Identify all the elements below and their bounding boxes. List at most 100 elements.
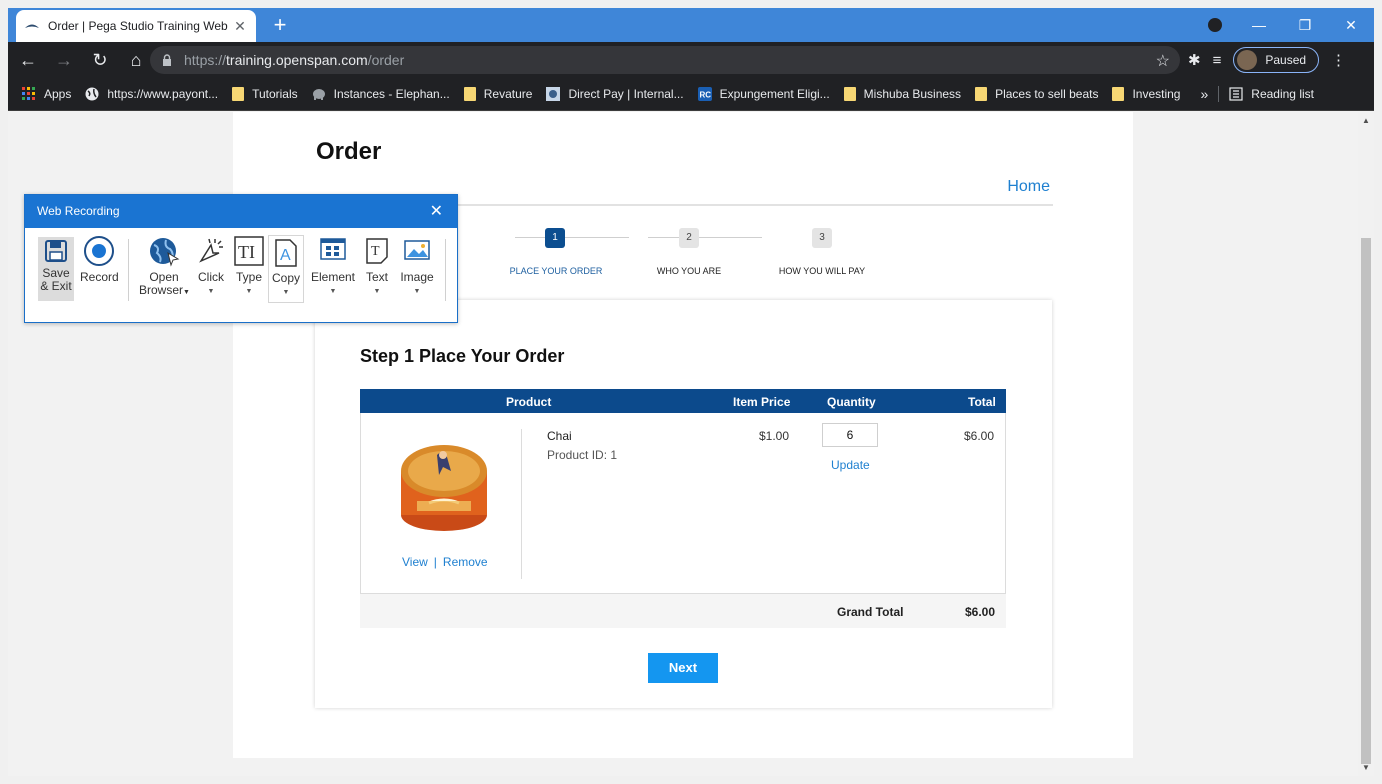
bookmark-apps[interactable]: Apps <box>22 87 71 101</box>
reading-list-icon <box>1229 87 1243 101</box>
bookmark-divider <box>1218 86 1220 102</box>
bookmark-direct-pay[interactable]: Direct Pay | Internal... <box>546 87 684 101</box>
grand-total-label: Grand Total <box>837 605 904 619</box>
bookmark-star-icon[interactable]: ☆ <box>1156 51 1170 71</box>
bookmark-places[interactable]: Places to sell beats <box>975 87 1098 101</box>
close-window-icon[interactable]: ✕ <box>1328 17 1374 34</box>
element-label: Element <box>310 270 356 284</box>
element-window-icon <box>320 238 346 260</box>
view-link[interactable]: View <box>402 555 428 569</box>
pointer-click-icon <box>199 238 223 263</box>
record-icon <box>84 236 114 266</box>
irs-icon <box>546 87 561 101</box>
copy-label: Copy <box>271 271 300 285</box>
bookmark-expungement[interactable]: RC Expungement Eligi... <box>697 87 830 101</box>
globe-icon <box>85 87 99 101</box>
reload-icon[interactable]: ↻ <box>84 44 116 76</box>
record-label: Record <box>80 270 119 284</box>
bookmark-label: Direct Pay | Internal... <box>568 87 684 101</box>
image-button[interactable]: Image ▼ <box>397 235 437 298</box>
media-control-icon[interactable]: ≡ <box>1213 52 1222 69</box>
home-link[interactable]: Home <box>1007 178 1050 196</box>
tab-close-icon[interactable]: ✕ <box>232 18 248 35</box>
bookmark-instances[interactable]: Instances - Elephan... <box>312 87 450 101</box>
scroll-up-icon[interactable]: ▲ <box>1362 116 1370 125</box>
svg-text:TI: TI <box>238 242 255 262</box>
quantity-input[interactable]: 6 <box>822 423 878 447</box>
step-connector <box>648 237 762 238</box>
chevron-down-icon: ▼ <box>245 288 253 295</box>
browser-tab[interactable]: Order | Pega Studio Training Web ✕ <box>16 10 256 42</box>
header-product: Product <box>506 395 552 409</box>
product-name: Chai <box>547 429 572 443</box>
reading-list-button[interactable]: Reading list <box>1229 87 1314 101</box>
bookmark-label: Instances - Elephan... <box>333 87 450 101</box>
record-button[interactable]: Record <box>80 235 119 284</box>
chevron-down-icon: ▼ <box>329 288 337 295</box>
tab-bar: Order | Pega Studio Training Web ✕ + — ❐… <box>8 8 1374 42</box>
profile-button[interactable]: Paused <box>1233 47 1320 73</box>
type-button[interactable]: TI Type ▼ <box>233 235 265 298</box>
elephant-icon <box>312 89 325 100</box>
click-button[interactable]: Click ▼ <box>195 235 227 298</box>
bookmark-payont[interactable]: https://www.payont... <box>85 87 218 101</box>
progress-steps: 1 2 3 PLACE YOUR ORDER WHO YOU ARE HOW Y… <box>495 224 895 284</box>
open-browser-button[interactable]: Open Browser▼ <box>139 235 190 299</box>
screen: Order | Pega Studio Training Web ✕ + — ❐… <box>8 8 1374 776</box>
column-divider <box>521 429 522 579</box>
lock-icon <box>163 54 171 66</box>
bookmark-mishuba[interactable]: Mishuba Business <box>843 87 961 101</box>
new-tab-icon[interactable]: + <box>266 12 294 40</box>
bookmark-tutorials[interactable]: Tutorials <box>232 87 298 101</box>
address-bar[interactable]: https://training.openspan.com/order ☆ <box>150 46 1180 74</box>
restore-icon[interactable]: ❐ <box>1282 17 1328 34</box>
window-controls: — ❐ ✕ <box>1236 8 1374 42</box>
back-icon[interactable]: ← <box>12 44 44 76</box>
remove-link[interactable]: Remove <box>443 555 488 569</box>
rc-icon: RC <box>697 87 712 101</box>
extensions-icon[interactable]: ✱ <box>1188 51 1201 69</box>
copy-button[interactable]: A Copy ▼ <box>268 235 304 303</box>
header-total: Total <box>968 395 996 409</box>
bookmark-investing[interactable]: Investing <box>1112 87 1180 101</box>
table-row: View | Remove Chai Product ID: 1 $1.00 6 U… <box>360 413 1006 594</box>
row-total: $6.00 <box>964 429 995 443</box>
scrollbar[interactable]: ▲ ▼ <box>1358 112 1374 776</box>
type-label: Type <box>235 270 262 284</box>
save-exit-button[interactable]: Save & Exit <box>38 237 74 301</box>
table-header: Product Item Price Quantity Total <box>360 389 1006 413</box>
card-title: Step 1 Place Your Order <box>360 346 565 366</box>
bookmark-revature[interactable]: Revature <box>463 87 532 101</box>
minimize-icon[interactable]: — <box>1236 17 1282 33</box>
profile-menu-icon[interactable] <box>1208 18 1222 32</box>
scroll-down-icon[interactable]: ▼ <box>1362 763 1370 772</box>
step-1-badge: 1 <box>545 228 565 248</box>
step-2-badge: 2 <box>679 228 699 248</box>
toolbar-actions: ✱ ≡ Paused ⋮ <box>1188 42 1346 78</box>
url-text: https://training.openspan.com/order <box>184 52 405 68</box>
grand-total-row: Grand Total $6.00 <box>360 594 1006 628</box>
chevron-down-icon: ▼ <box>282 289 290 296</box>
text-label: Text <box>365 270 388 284</box>
text-button[interactable]: T Text ▼ <box>361 235 393 298</box>
forward-icon[interactable]: → <box>48 44 80 76</box>
save-label: Save <box>42 266 70 280</box>
svg-text:A: A <box>280 247 291 264</box>
element-button[interactable]: Element ▼ <box>309 235 357 298</box>
menu-kebab-icon[interactable]: ⋮ <box>1331 51 1346 69</box>
chevron-down-icon: ▼ <box>413 288 421 295</box>
close-icon[interactable]: ✕ <box>430 195 443 228</box>
product-image <box>401 445 487 531</box>
more-bookmarks-icon[interactable]: » <box>1200 86 1208 102</box>
item-price: $1.00 <box>759 429 790 443</box>
text-capture-icon: T <box>366 238 388 264</box>
scroll-thumb[interactable] <box>1361 238 1371 764</box>
step-1-label: PLACE YOUR ORDER <box>509 266 603 276</box>
next-button[interactable]: Next <box>648 653 718 683</box>
svg-text:T: T <box>371 244 380 259</box>
folder-icon <box>975 87 988 101</box>
update-link[interactable]: Update <box>831 458 870 472</box>
home-icon[interactable]: ⌂ <box>120 44 152 76</box>
step-connector <box>515 237 629 238</box>
bookmark-label: Apps <box>44 87 72 101</box>
